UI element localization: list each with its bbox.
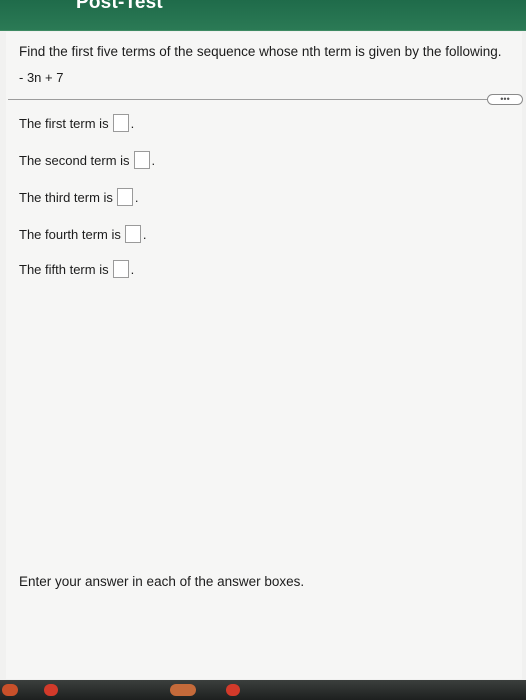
answer-box-fifth[interactable]	[112, 260, 129, 278]
answer-row-fifth: The fifth term is .	[19, 260, 134, 278]
answer-label-fourth: The fourth term is	[19, 226, 121, 242]
answer-label-third: The third term is	[19, 189, 113, 205]
answer-row-second: The second term is .	[19, 151, 155, 169]
period: .	[151, 152, 156, 168]
window-header: Post-Test	[0, 0, 526, 32]
period: .	[134, 189, 139, 205]
answer-label-second: The second term is	[19, 152, 130, 168]
section-divider	[8, 99, 490, 100]
nth-term-expression: - 3n + 7	[19, 70, 64, 85]
dock-app-icon[interactable]	[2, 684, 18, 696]
period: .	[130, 115, 135, 131]
dock-app-icon[interactable]	[226, 684, 240, 696]
question-prompt: Find the first five terms of the sequenc…	[19, 44, 502, 59]
dock-app-icon[interactable]	[170, 684, 196, 696]
instruction-text: Enter your answer in each of the answer …	[19, 574, 305, 589]
expand-handle[interactable]: •••	[487, 94, 523, 105]
answer-box-fourth[interactable]	[124, 225, 141, 243]
dock-app-icon[interactable]	[44, 684, 58, 696]
page-title: Post-Test	[76, 0, 163, 13]
period: .	[130, 261, 135, 277]
answer-box-first[interactable]	[112, 114, 129, 132]
dock-bar	[0, 680, 526, 700]
answer-row-first: The first term is .	[19, 114, 134, 132]
answer-box-third[interactable]	[116, 188, 133, 206]
period: .	[142, 226, 147, 242]
answer-row-third: The third term is .	[19, 188, 139, 206]
answer-label-first: The first term is	[19, 115, 109, 131]
answer-box-second[interactable]	[133, 151, 150, 169]
answer-label-fifth: The fifth term is	[19, 261, 109, 277]
answer-row-fourth: The fourth term is .	[19, 225, 147, 243]
